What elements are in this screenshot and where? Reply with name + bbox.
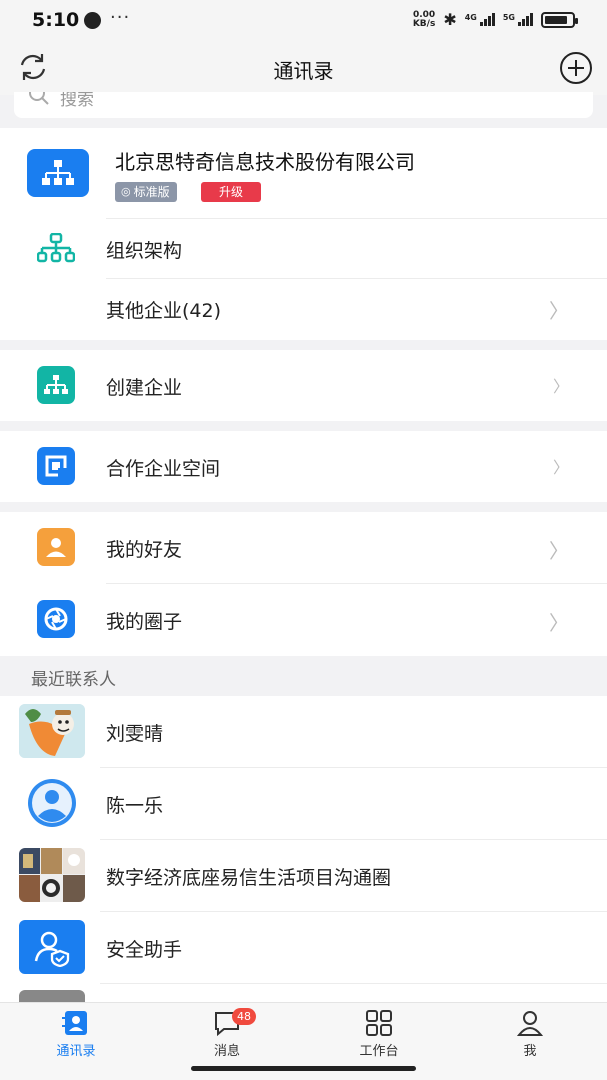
- company-org-icon: [27, 149, 89, 197]
- tab-label: 我: [523, 1044, 537, 1059]
- create-company-section: 创建企业 〉: [0, 350, 607, 421]
- chevron-right-icon: 〉: [552, 458, 569, 477]
- net-speed: 0.00 KB/s: [412, 9, 436, 29]
- bluetooth-icon: ✱: [443, 10, 457, 29]
- tab-workbench[interactable]: 工作台: [329, 1009, 429, 1063]
- tab-me[interactable]: 我: [480, 1009, 580, 1063]
- tab-label: 消息: [213, 1044, 240, 1059]
- edition-badge: ◎ 标准版: [115, 182, 177, 202]
- edition-icon: ◎: [121, 185, 131, 198]
- group-avatar: [19, 848, 85, 902]
- contact-item[interactable]: 数字经济底座易信生活项目沟通圈: [0, 840, 607, 912]
- partner-space-section: 合作企业空间 〉: [0, 431, 607, 502]
- chevron-right-icon: 〉: [549, 299, 569, 323]
- navigation-bar: 通讯录: [0, 40, 607, 95]
- unread-badge: 48: [232, 1008, 256, 1025]
- contact-avatar: [19, 990, 85, 1002]
- contact-item-partial[interactable]: [0, 984, 607, 1002]
- security-assistant-icon: [19, 920, 85, 974]
- partner-space-icon: [37, 447, 75, 485]
- signal-5g-icon: 5G: [503, 13, 533, 26]
- status-bar: 5:10 ··· 0.00 KB/s ✱ 4G 5G: [0, 0, 607, 40]
- contact-item[interactable]: 陈一乐: [0, 768, 607, 840]
- search-placeholder: 搜索: [60, 92, 94, 110]
- friend-icon: [37, 528, 75, 566]
- partner-space-label: 合作企业空间: [106, 458, 221, 480]
- my-circles-item[interactable]: 我的圈子 〉: [0, 584, 607, 656]
- notification-dot-icon: [84, 12, 101, 29]
- add-circle-icon[interactable]: [559, 51, 593, 85]
- more-notifications-icon: ···: [110, 7, 131, 28]
- default-user-avatar-icon: [19, 776, 85, 830]
- create-company-item[interactable]: 创建企业 〉: [0, 350, 607, 421]
- status-time: 5:10: [32, 9, 80, 31]
- tab-contacts[interactable]: 通讯录: [26, 1009, 126, 1063]
- tab-label: 通讯录: [56, 1044, 96, 1059]
- chevron-right-icon: 〉: [549, 539, 569, 563]
- recent-contacts-header: 最近联系人: [0, 656, 607, 696]
- create-company-label: 创建企业: [106, 377, 183, 399]
- contacts-tab-icon: [62, 1011, 87, 1035]
- contact-name: 陈一乐: [106, 795, 164, 817]
- contact-name: 数字经济底座易信生活项目沟通圈: [106, 867, 392, 889]
- tab-messages[interactable]: 48 消息: [177, 1008, 277, 1063]
- contact-name: 刘雯晴: [106, 723, 164, 745]
- partner-space-item[interactable]: 合作企业空间 〉: [0, 431, 607, 502]
- contact-name: 安全助手: [106, 939, 183, 961]
- chevron-right-icon: 〉: [549, 611, 569, 635]
- grid-icon: [366, 1010, 392, 1036]
- my-circles-label: 我的圈子: [106, 611, 183, 633]
- company-name: 北京思特奇信息技术股份有限公司: [115, 150, 415, 174]
- org-structure-label: 组织架构: [106, 240, 183, 262]
- social-section: 我的好友 〉 我的圈子 〉: [0, 512, 607, 656]
- circle-aperture-icon: [37, 600, 75, 638]
- org-structure-item[interactable]: 组织架构: [0, 218, 607, 278]
- home-indicator[interactable]: [191, 1066, 416, 1071]
- company-section: 北京思特奇信息技术股份有限公司 ◎ 标准版 升级 组织架构 其他企业(42) 〉: [0, 128, 607, 340]
- search-icon: [29, 92, 49, 105]
- search-bar[interactable]: 搜索: [14, 92, 593, 118]
- contact-item[interactable]: 安全助手: [0, 912, 607, 984]
- recent-contacts-title: 最近联系人: [31, 670, 116, 690]
- my-friends-label: 我的好友: [106, 539, 183, 561]
- my-friends-item[interactable]: 我的好友 〉: [0, 512, 607, 583]
- user-icon: [516, 1011, 544, 1036]
- company-header[interactable]: 北京思特奇信息技术股份有限公司 ◎ 标准版 升级: [0, 128, 607, 218]
- recent-contacts-list: 刘雯晴 陈一乐 数字经济底座易信生活项目沟通圈 安全助手: [0, 696, 607, 1002]
- contact-item[interactable]: 刘雯晴: [0, 696, 607, 768]
- create-company-icon: [37, 366, 75, 404]
- page-title: 通讯录: [273, 59, 334, 83]
- other-companies-label: 其他企业(42): [106, 300, 222, 322]
- tab-label: 工作台: [359, 1044, 399, 1059]
- signal-4g-icon: 4G: [465, 13, 495, 26]
- chevron-right-icon: 〉: [552, 377, 569, 396]
- upgrade-badge[interactable]: 升级: [201, 182, 261, 202]
- contact-avatar: [19, 704, 85, 758]
- org-chart-icon: [37, 233, 75, 263]
- status-icons: 0.00 KB/s ✱ 4G 5G: [412, 9, 578, 29]
- battery-icon: [541, 11, 578, 28]
- other-companies-item[interactable]: 其他企业(42) 〉: [0, 278, 607, 340]
